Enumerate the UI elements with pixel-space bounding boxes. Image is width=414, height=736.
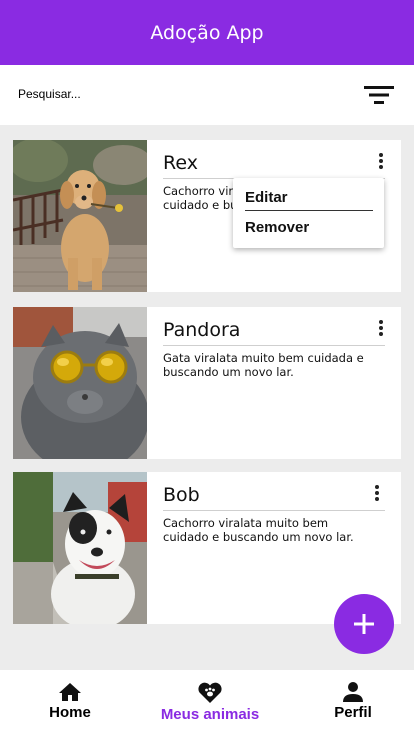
home-icon (59, 683, 81, 701)
nav-home[interactable]: Home (40, 682, 100, 721)
pet-description: Gata viralata muito bem cuidada e buscan… (163, 351, 364, 379)
nav-home-label: Home (49, 704, 91, 721)
pet-photo-bob (13, 472, 147, 624)
person-icon (343, 682, 363, 702)
divider (163, 510, 385, 511)
more-options-icon[interactable] (370, 484, 384, 502)
app-title: Adoção App (150, 21, 264, 44)
divider (163, 345, 385, 346)
add-pet-button[interactable] (334, 594, 394, 654)
app-bar: Adoção App (0, 0, 414, 65)
pet-card-pandora[interactable]: Pandora Gata viralata muito bem cuidada … (13, 307, 401, 459)
search-bar (0, 65, 414, 125)
heart-paw-icon (198, 682, 222, 703)
remove-menu-item[interactable]: Remover (245, 219, 373, 236)
nav-profile[interactable]: Perfil (318, 682, 388, 721)
plus-icon (354, 614, 374, 634)
more-options-icon[interactable] (374, 152, 388, 170)
context-menu: Editar Remover (233, 178, 384, 248)
nav-profile-label: Perfil (334, 704, 372, 721)
more-options-icon[interactable] (374, 319, 388, 337)
bottom-navigation: Home Meus animais Perfil (0, 670, 414, 736)
pet-photo-rex (13, 140, 147, 292)
nav-my-animals-label: Meus animais (160, 706, 260, 723)
pet-name: Bob (163, 484, 200, 506)
nav-my-animals[interactable]: Meus animais (150, 682, 270, 723)
pet-name: Rex (163, 152, 198, 174)
search-input[interactable] (12, 81, 312, 107)
edit-menu-item[interactable]: Editar (245, 189, 373, 211)
filter-icon[interactable] (364, 85, 394, 105)
pet-name: Pandora (163, 319, 241, 341)
pet-description: Cachorro viralata muito bem cuidado e bu… (163, 516, 354, 544)
pet-photo-pandora (13, 307, 147, 459)
